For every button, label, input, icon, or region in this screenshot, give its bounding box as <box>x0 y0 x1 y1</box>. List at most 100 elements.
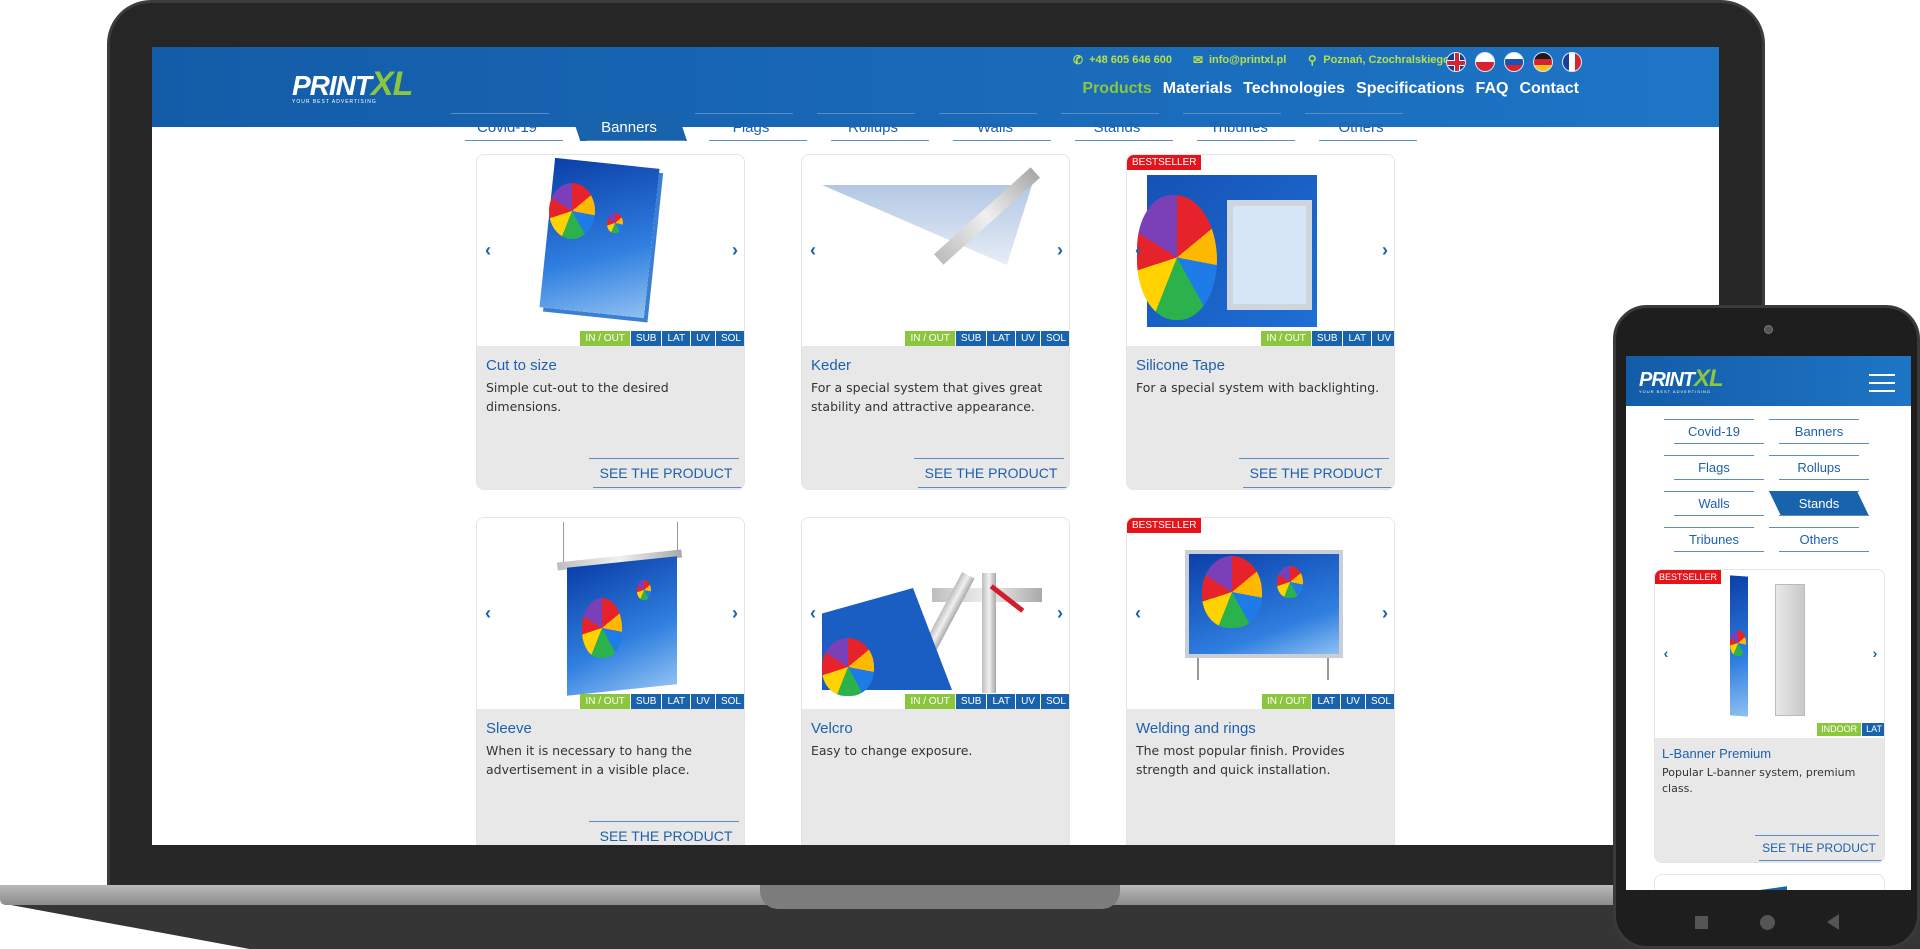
carousel-next-icon[interactable]: › <box>1054 604 1066 622</box>
logo-accent: XL <box>371 65 413 103</box>
see-product-button[interactable]: SEE THE PRODUCT <box>914 458 1068 488</box>
carousel-next-icon[interactable]: › <box>1379 241 1391 259</box>
tag-list: IN / OUT SUB LAT UV SOL <box>580 694 744 709</box>
home-icon[interactable] <box>1759 914 1775 930</box>
tab-stands[interactable]: Stands <box>1059 113 1175 141</box>
tab-tribunes[interactable]: Tribunes <box>1181 113 1297 141</box>
tab-walls[interactable]: Walls <box>937 113 1053 141</box>
carousel-prev-icon[interactable]: ‹ <box>1132 604 1144 622</box>
tag: LAT <box>987 694 1016 709</box>
product-description: For a special system with backlighting. <box>1136 380 1380 395</box>
product-image: ‹ › IN / OUT SUB LAT UV SOL <box>802 155 1069 346</box>
tab-covid-19[interactable]: Covid-19 <box>449 113 565 141</box>
flag-de-icon[interactable] <box>1533 52 1553 72</box>
tab-banners[interactable]: Banners <box>571 113 687 141</box>
product-image: BESTSELLER ‹ › IN / OUT LAT UV SOL <box>1127 518 1394 709</box>
flag-pl-icon[interactable] <box>1475 52 1495 72</box>
product-description: Easy to change exposure. <box>811 743 973 758</box>
tab-flags[interactable]: Flags <box>693 113 809 141</box>
recent-apps-icon[interactable] <box>1694 915 1708 929</box>
carousel-prev-icon[interactable]: ‹ <box>482 604 494 622</box>
tag-list: IN / OUT LAT UV SOL <box>1262 694 1394 709</box>
tab-rollups[interactable]: Rollups <box>815 113 931 141</box>
hamburger-menu-icon[interactable] <box>1869 374 1895 392</box>
carousel-next-icon[interactable]: › <box>1379 604 1391 622</box>
product-title[interactable]: Sleeve <box>486 720 532 737</box>
email-contact[interactable]: ✉ info@printxl.pl <box>1192 54 1286 66</box>
carousel-next-icon[interactable]: › <box>729 241 741 259</box>
back-icon[interactable] <box>1826 914 1839 930</box>
nav-faq[interactable]: FAQ <box>1476 80 1509 98</box>
carousel-prev-icon[interactable]: ‹ <box>1132 241 1144 259</box>
see-product-button[interactable]: SEE THE PRODUCT <box>589 458 743 488</box>
flag-uk-icon[interactable] <box>1446 52 1466 72</box>
carousel-prev-icon[interactable]: ‹ <box>482 241 494 259</box>
tab-others[interactable]: Others <box>1769 527 1869 552</box>
mobile-category-tabs: Covid-19 Banners Flags Rollups Walls Sta… <box>1664 419 1874 552</box>
product-info: Keder For a special system that gives gr… <box>802 346 1069 489</box>
nav-specifications[interactable]: Specifications <box>1356 80 1464 98</box>
product-description: When it is necessary to hang the adverti… <box>486 743 692 777</box>
tab-covid-19[interactable]: Covid-19 <box>1664 419 1764 444</box>
tag: UV <box>1016 331 1040 346</box>
tab-others[interactable]: Others <box>1303 113 1419 141</box>
tag: IN / OUT <box>1262 694 1312 709</box>
carousel-next-icon[interactable]: › <box>1869 644 1881 662</box>
nav-technologies[interactable]: Technologies <box>1243 80 1345 98</box>
tag: UV <box>691 331 715 346</box>
product-title[interactable]: Cut to size <box>486 357 557 374</box>
phone-icon: ✆ <box>1073 53 1084 67</box>
tab-stands[interactable]: Stands <box>1769 491 1869 516</box>
laptop-screen: PRINTXL YOUR BEST ADVERTISING ✆ +48 605 … <box>152 47 1719 845</box>
see-product-button[interactable]: SEE THE PRODUCT <box>1239 458 1393 488</box>
android-nav-bar <box>1616 910 1917 934</box>
logo[interactable]: PRINTXL YOUR BEST ADVERTISING <box>292 67 462 105</box>
main-nav: Products Materials Technologies Specific… <box>1082 80 1579 98</box>
flag-fr-icon[interactable] <box>1562 52 1582 72</box>
product-info: Silicone Tape For a special system with … <box>1127 346 1394 489</box>
tag-list: INDOOR LAT <box>1817 723 1884 736</box>
tag: SOL <box>715 331 744 346</box>
map-pin-icon: ⚲ <box>1307 53 1317 67</box>
product-image: BESTSELLER ‹ › IN / OUT SUB LAT UV <box>1127 155 1394 346</box>
see-product-button[interactable]: SEE THE PRODUCT <box>1755 835 1883 861</box>
product-title[interactable]: L-Banner Premium <box>1662 746 1771 761</box>
tab-banners[interactable]: Banners <box>1769 419 1869 444</box>
tag: SUB <box>955 694 987 709</box>
carousel-next-icon[interactable]: › <box>729 604 741 622</box>
tab-tribunes[interactable]: Tribunes <box>1664 527 1764 552</box>
bestseller-badge: BESTSELLER <box>1127 155 1202 170</box>
product-description: For a special system that gives great st… <box>811 380 1043 414</box>
tab-flags[interactable]: Flags <box>1664 455 1764 480</box>
product-description: Simple cut-out to the desired dimensions… <box>486 380 669 414</box>
phone-contact[interactable]: ✆ +48 605 646 600 <box>1072 54 1172 66</box>
product-title[interactable]: Velcro <box>811 720 853 737</box>
product-title[interactable]: Welding and rings <box>1136 720 1256 737</box>
tab-rollups[interactable]: Rollups <box>1769 455 1869 480</box>
tag: LAT <box>662 331 691 346</box>
product-card: BESTSELLER ‹ › IN / OUT SUB LAT UV Silic… <box>1126 154 1395 490</box>
carousel-prev-icon[interactable]: ‹ <box>807 604 819 622</box>
product-card: ‹ › IN / OUT SUB LAT UV SOL Cut to size … <box>476 154 745 490</box>
product-title[interactable]: Keder <box>811 357 851 374</box>
product-image: ‹ › IN / OUT SUB LAT UV SOL <box>477 518 744 709</box>
carousel-prev-icon[interactable]: ‹ <box>807 241 819 259</box>
carousel-prev-icon[interactable]: ‹ <box>1660 644 1672 662</box>
address-contact[interactable]: ⚲ Poznań, Czochralskiego 6 <box>1306 54 1459 66</box>
logo-tagline: YOUR BEST ADVERTISING <box>1639 389 1711 394</box>
nav-contact[interactable]: Contact <box>1519 80 1579 98</box>
bestseller-badge: BESTSELLER <box>1655 570 1722 584</box>
product-title[interactable]: Silicone Tape <box>1136 357 1225 374</box>
phone-frame: PRINTXL YOUR BEST ADVERTISING Covid-19 B… <box>1613 305 1920 949</box>
carousel-next-icon[interactable]: › <box>1054 241 1066 259</box>
tag: IN / OUT <box>1261 331 1311 346</box>
mobile-logo[interactable]: PRINTXL YOUR BEST ADVERTISING <box>1639 367 1759 395</box>
nav-materials[interactable]: Materials <box>1163 80 1232 98</box>
product-card <box>1654 874 1885 890</box>
tab-walls[interactable]: Walls <box>1664 491 1764 516</box>
product-card: ‹ › IN / OUT SUB LAT UV SOL Keder For a … <box>801 154 1070 490</box>
tag-list: IN / OUT SUB LAT UV SOL <box>905 331 1069 346</box>
nav-products[interactable]: Products <box>1082 80 1151 98</box>
see-product-button[interactable]: SEE THE PRODUCT <box>589 821 743 845</box>
flag-ru-icon[interactable] <box>1504 52 1524 72</box>
